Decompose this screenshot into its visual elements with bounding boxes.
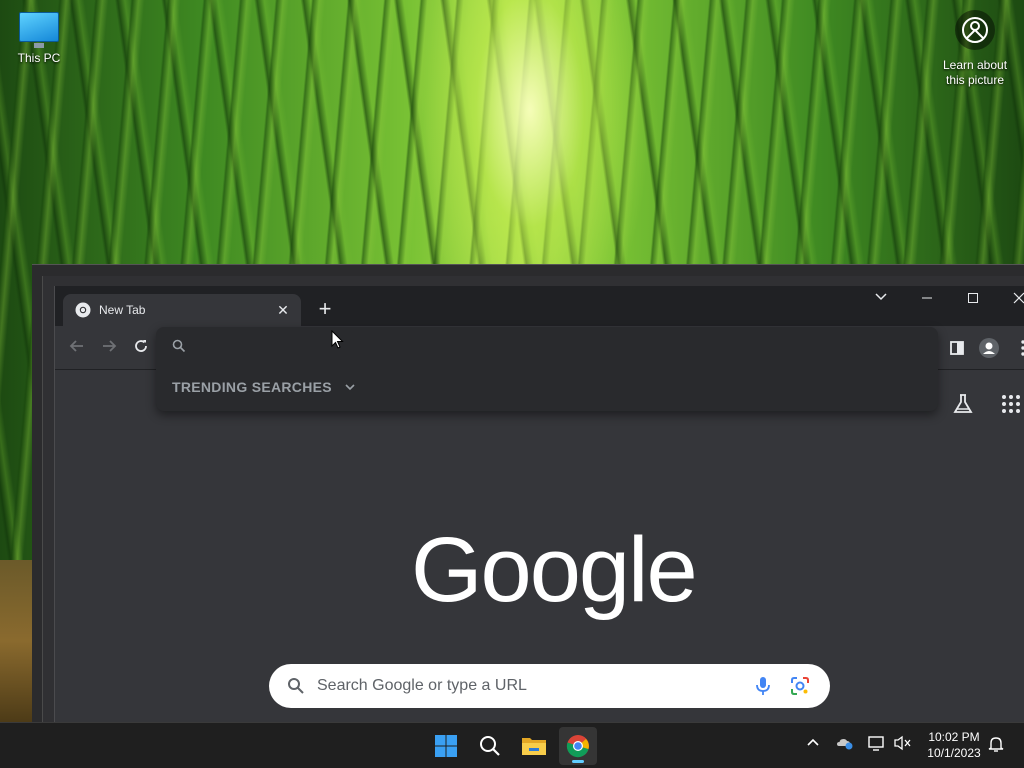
show-hidden-icons-button[interactable] [806,735,820,752]
clock-time: 10:02 PM [928,730,980,744]
google-logo: Google [411,519,698,621]
ntp-search-placeholder: Search Google or type a URL [317,677,527,694]
arrow-left-icon [69,340,83,352]
chevron-up-icon [807,738,819,746]
menu-button[interactable] [1011,336,1024,360]
more-vert-icon [1021,340,1024,356]
search-icon [172,339,186,353]
this-pc-icon [19,12,59,48]
omnibox-input[interactable] [172,339,186,358]
learn-about-picture-label: Learn about this picture [942,58,1008,87]
file-explorer-icon [522,738,546,755]
chevron-down-icon [345,384,355,391]
chrome-icon [75,302,91,318]
file-explorer-button[interactable] [515,727,553,765]
desktop-icon-label: This PC [17,51,61,65]
camera-info-icon [955,10,995,50]
flask-icon [953,394,973,413]
desktop-icon-this-pc[interactable]: This PC [10,8,68,65]
google-apps-button[interactable] [999,392,1023,421]
tab-new-tab[interactable]: New Tab ✕ [63,294,301,326]
taskbar-search-button[interactable] [471,727,509,765]
profile-icon [979,338,999,358]
forward-button[interactable] [97,336,121,360]
chrome-icon [566,735,589,758]
start-icon [435,735,457,757]
clock-date: 10/1/2023 [927,746,981,760]
mouse-cursor-icon [331,330,344,349]
chrome-labs-button[interactable] [951,392,975,421]
taskbar: 10:02 PM 10/1/2023 [0,722,1024,768]
network-button[interactable] [868,735,886,754]
start-button[interactable] [427,727,465,765]
tab-close-icon[interactable]: ✕ [273,302,293,319]
network-icon [868,736,884,751]
search-icon [288,678,304,694]
onedrive-icon [837,739,853,750]
omnibox-dropdown: TRENDING SEARCHES [156,327,938,411]
arrow-right-icon [103,340,117,352]
volume-button[interactable] [894,735,912,754]
onedrive-button[interactable] [836,735,854,754]
new-tab-button[interactable]: + [313,298,337,322]
volume-muted-icon [894,735,911,751]
close-button[interactable] [999,290,1024,318]
maximize-button[interactable] [953,290,993,318]
trending-searches-toggle[interactable]: TRENDING SEARCHES [172,379,356,395]
maximize-icon [968,293,978,303]
close-icon [1013,292,1024,304]
bell-icon [988,737,1004,752]
profile-button[interactable] [977,336,1001,360]
tab-search-button[interactable] [861,290,901,318]
taskbar-clock[interactable]: 10:02 PM 10/1/2023 [918,729,990,761]
side-panel-button[interactable] [945,336,969,360]
search-icon [480,736,500,756]
learn-about-picture[interactable]: Learn about this picture [936,10,1014,88]
chrome-taskbar-button[interactable] [559,727,597,765]
notifications-button[interactable] [988,735,1004,756]
trending-searches-label: TRENDING SEARCHES [172,379,332,395]
apps-grid-icon [1002,395,1020,413]
voice-search-icon[interactable] [754,675,772,697]
lens-search-icon[interactable] [790,676,810,696]
chevron-down-icon [875,293,887,301]
reload-button[interactable] [129,336,153,360]
back-button[interactable] [65,336,89,360]
minimize-icon [922,297,932,299]
tab-title: New Tab [99,303,146,317]
side-panel-icon [950,341,964,355]
tab-strip: New Tab ✕ + [55,286,1024,326]
ntp-search-box[interactable]: Search Google or type a URL [269,664,830,708]
minimize-button[interactable] [907,290,947,318]
reload-icon [135,340,147,352]
